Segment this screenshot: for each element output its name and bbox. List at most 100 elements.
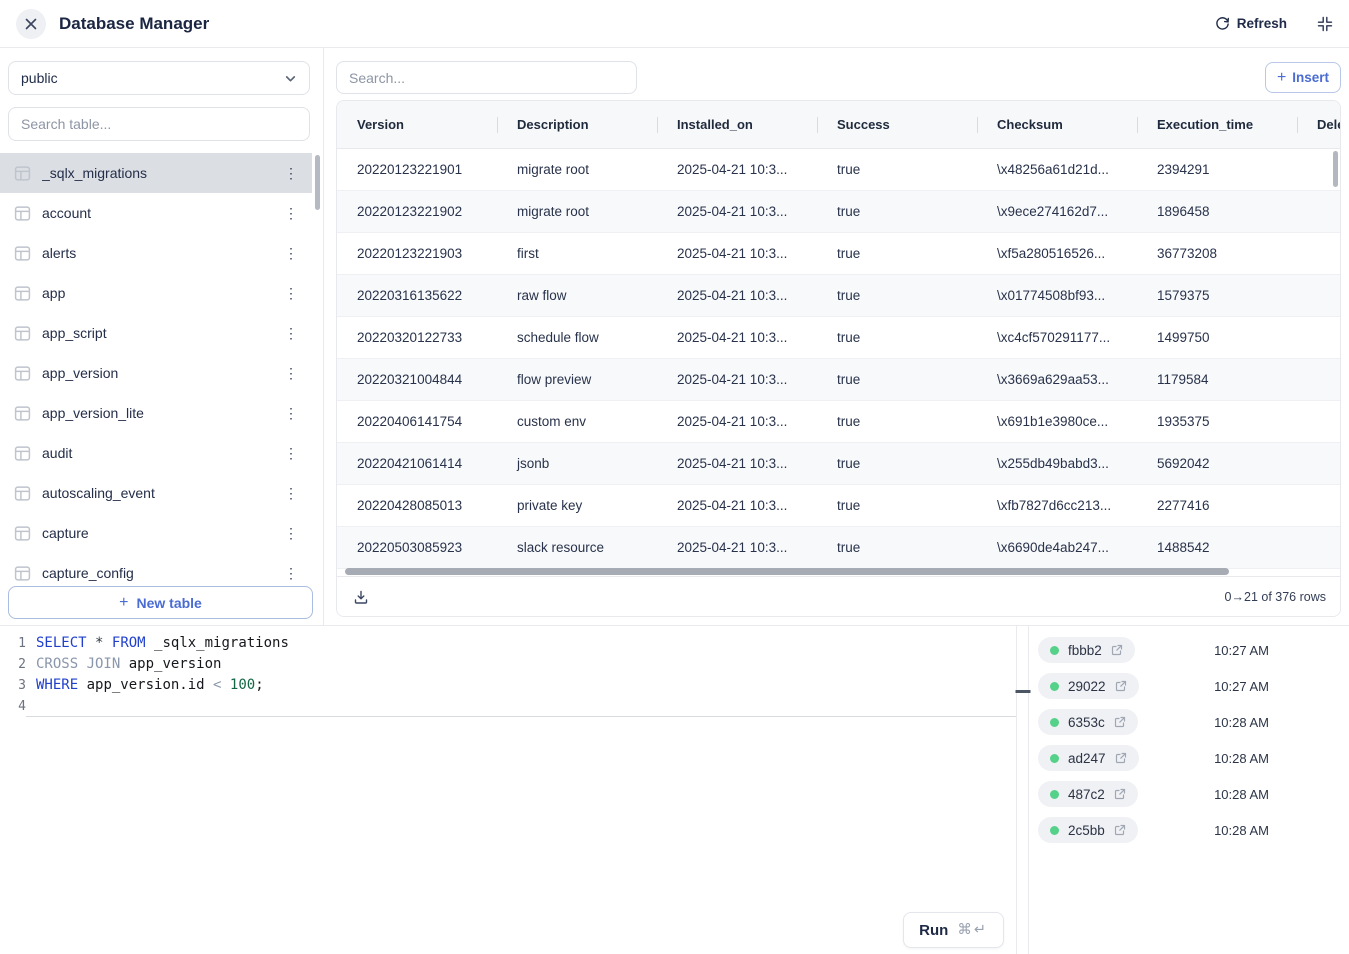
column-header[interactable]: Checksum: [977, 117, 1137, 132]
download-button[interactable]: [351, 587, 371, 607]
table-row[interactable]: 20220428085013 private key 2025-04-21 10…: [337, 485, 1340, 527]
query-pill[interactable]: 29022: [1038, 673, 1139, 699]
cell-installed-on: 2025-04-21 10:3...: [657, 456, 817, 471]
table-menu-button[interactable]: ⋮: [282, 442, 300, 464]
cell-checksum: \xf5a280516526...: [977, 246, 1137, 261]
table-row[interactable]: 20220123221902 migrate root 2025-04-21 1…: [337, 191, 1340, 233]
close-button[interactable]: [16, 9, 46, 39]
sidebar-table-item[interactable]: app ⋮: [0, 273, 312, 313]
table-menu-button[interactable]: ⋮: [282, 162, 300, 184]
horizontal-scrollbar[interactable]: [345, 568, 1229, 575]
cell-checksum: \x6690de4ab247...: [977, 540, 1137, 555]
table-search-input[interactable]: [8, 107, 310, 141]
external-link-icon: [1114, 824, 1126, 836]
table-row[interactable]: 20220316135622 raw flow 2025-04-21 10:3.…: [337, 275, 1340, 317]
cell-installed-on: 2025-04-21 10:3...: [657, 288, 817, 303]
insert-button[interactable]: + Insert: [1265, 62, 1341, 93]
sidebar-table-item[interactable]: alerts ⋮: [0, 233, 312, 273]
table-row[interactable]: 20220503085923 slack resource 2025-04-21…: [337, 527, 1340, 569]
table-row[interactable]: 20220123221903 first 2025-04-21 10:3... …: [337, 233, 1340, 275]
sidebar-table-item[interactable]: autoscaling_event ⋮: [0, 473, 312, 513]
close-icon: [25, 18, 37, 30]
table-row[interactable]: 20220406141754 custom env 2025-04-21 10:…: [337, 401, 1340, 443]
new-table-button[interactable]: + New table: [8, 586, 313, 619]
table-menu-button[interactable]: ⋮: [282, 402, 300, 424]
schema-select[interactable]: public: [8, 61, 310, 95]
query-pill[interactable]: 2c5bb: [1038, 817, 1138, 843]
code-line[interactable]: 2CROSS JOIN app_version: [0, 654, 1016, 675]
plus-icon: +: [119, 594, 128, 612]
plus-icon: +: [1277, 69, 1286, 87]
cell-description: jsonb: [497, 456, 657, 471]
sidebar-scrollbar[interactable]: [315, 155, 320, 210]
table-menu-button[interactable]: ⋮: [282, 202, 300, 224]
cell-description: slack resource: [497, 540, 657, 555]
sidebar-table-item[interactable]: capture ⋮: [0, 513, 312, 553]
sidebar-table-item[interactable]: account ⋮: [0, 193, 312, 233]
sidebar-table-item[interactable]: app_script ⋮: [0, 313, 312, 353]
sidebar-table-item[interactable]: _sqlx_migrations ⋮: [0, 153, 312, 193]
splitter-handle-icon[interactable]: [1015, 690, 1030, 693]
table-menu-button[interactable]: ⋮: [282, 362, 300, 384]
open-query-button[interactable]: [1115, 680, 1127, 692]
open-query-button[interactable]: [1114, 716, 1126, 728]
table-menu-button[interactable]: ⋮: [282, 282, 300, 304]
table-row[interactable]: 20220320122733 schedule flow 2025-04-21 …: [337, 317, 1340, 359]
table-menu-button[interactable]: ⋮: [282, 562, 300, 584]
cell-success: true: [817, 540, 977, 555]
table-footer: 0→21 of 376 rows: [337, 576, 1340, 616]
query-pill[interactable]: fbbb2: [1038, 637, 1135, 663]
column-header[interactable]: Description: [497, 117, 657, 132]
open-query-button[interactable]: [1111, 644, 1123, 656]
cell-execution-time: 5692042: [1137, 456, 1297, 471]
open-query-button[interactable]: [1114, 824, 1126, 836]
query-pill[interactable]: 487c2: [1038, 781, 1138, 807]
cell-checksum: \x48256a61d21d...: [977, 162, 1137, 177]
sidebar-table-item[interactable]: audit ⋮: [0, 433, 312, 473]
schema-select-value: public: [21, 70, 58, 86]
code-line[interactable]: 3WHERE app_version.id < 100;: [0, 675, 1016, 696]
sidebar-table-item[interactable]: app_version ⋮: [0, 353, 312, 393]
code-text: SELECT * FROM _sqlx_migrations: [26, 633, 1016, 654]
query-pill[interactable]: 6353c: [1038, 709, 1138, 735]
code-line[interactable]: 4: [0, 696, 1016, 717]
code-line[interactable]: 1SELECT * FROM _sqlx_migrations: [0, 633, 1016, 654]
query-pill[interactable]: ad247: [1038, 745, 1139, 771]
cell-success: true: [817, 498, 977, 513]
table-row[interactable]: 20220421061414 jsonb 2025-04-21 10:3... …: [337, 443, 1340, 485]
open-query-button[interactable]: [1114, 788, 1126, 800]
chevron-down-icon: [284, 72, 297, 85]
query-history-panel: fbbb2 10:27 AM 29022 10:27 AM: [1029, 626, 1349, 954]
collapse-button[interactable]: [1317, 16, 1333, 32]
table-menu-button[interactable]: ⋮: [282, 482, 300, 504]
table-menu-button[interactable]: ⋮: [282, 322, 300, 344]
cell-checksum: \x255db49babd3...: [977, 456, 1137, 471]
column-header[interactable]: Success: [817, 117, 977, 132]
cell-installed-on: 2025-04-21 10:3...: [657, 540, 817, 555]
cell-execution-time: 1579375: [1137, 288, 1297, 303]
cell-installed-on: 2025-04-21 10:3...: [657, 372, 817, 387]
table-menu-button[interactable]: ⋮: [282, 522, 300, 544]
cell-execution-time: 1488542: [1137, 540, 1297, 555]
run-button[interactable]: Run ⌘↵: [903, 912, 1004, 948]
cell-success: true: [817, 162, 977, 177]
sql-editor[interactable]: 1SELECT * FROM _sqlx_migrations2CROSS JO…: [0, 626, 1016, 954]
cell-version: 20220428085013: [337, 498, 497, 513]
cell-installed-on: 2025-04-21 10:3...: [657, 414, 817, 429]
table-row[interactable]: 20220123221901 migrate root 2025-04-21 1…: [337, 149, 1340, 191]
table-menu-button[interactable]: ⋮: [282, 242, 300, 264]
table-name: app: [42, 285, 271, 301]
column-header[interactable]: Dele: [1297, 117, 1341, 132]
vertical-scrollbar[interactable]: [1333, 151, 1338, 187]
sidebar-table-item[interactable]: app_version_lite ⋮: [0, 393, 312, 433]
table-row[interactable]: 20220321004844 flow preview 2025-04-21 1…: [337, 359, 1340, 401]
open-query-button[interactable]: [1115, 752, 1127, 764]
code-text: [26, 696, 1016, 717]
table-icon: [14, 485, 31, 502]
column-header[interactable]: Execution_time: [1137, 117, 1297, 132]
refresh-button[interactable]: Refresh: [1215, 16, 1287, 31]
panel-splitter[interactable]: [1016, 626, 1029, 954]
grid-search-input[interactable]: [336, 61, 637, 94]
column-header[interactable]: Version: [337, 117, 497, 132]
column-header[interactable]: Installed_on: [657, 117, 817, 132]
